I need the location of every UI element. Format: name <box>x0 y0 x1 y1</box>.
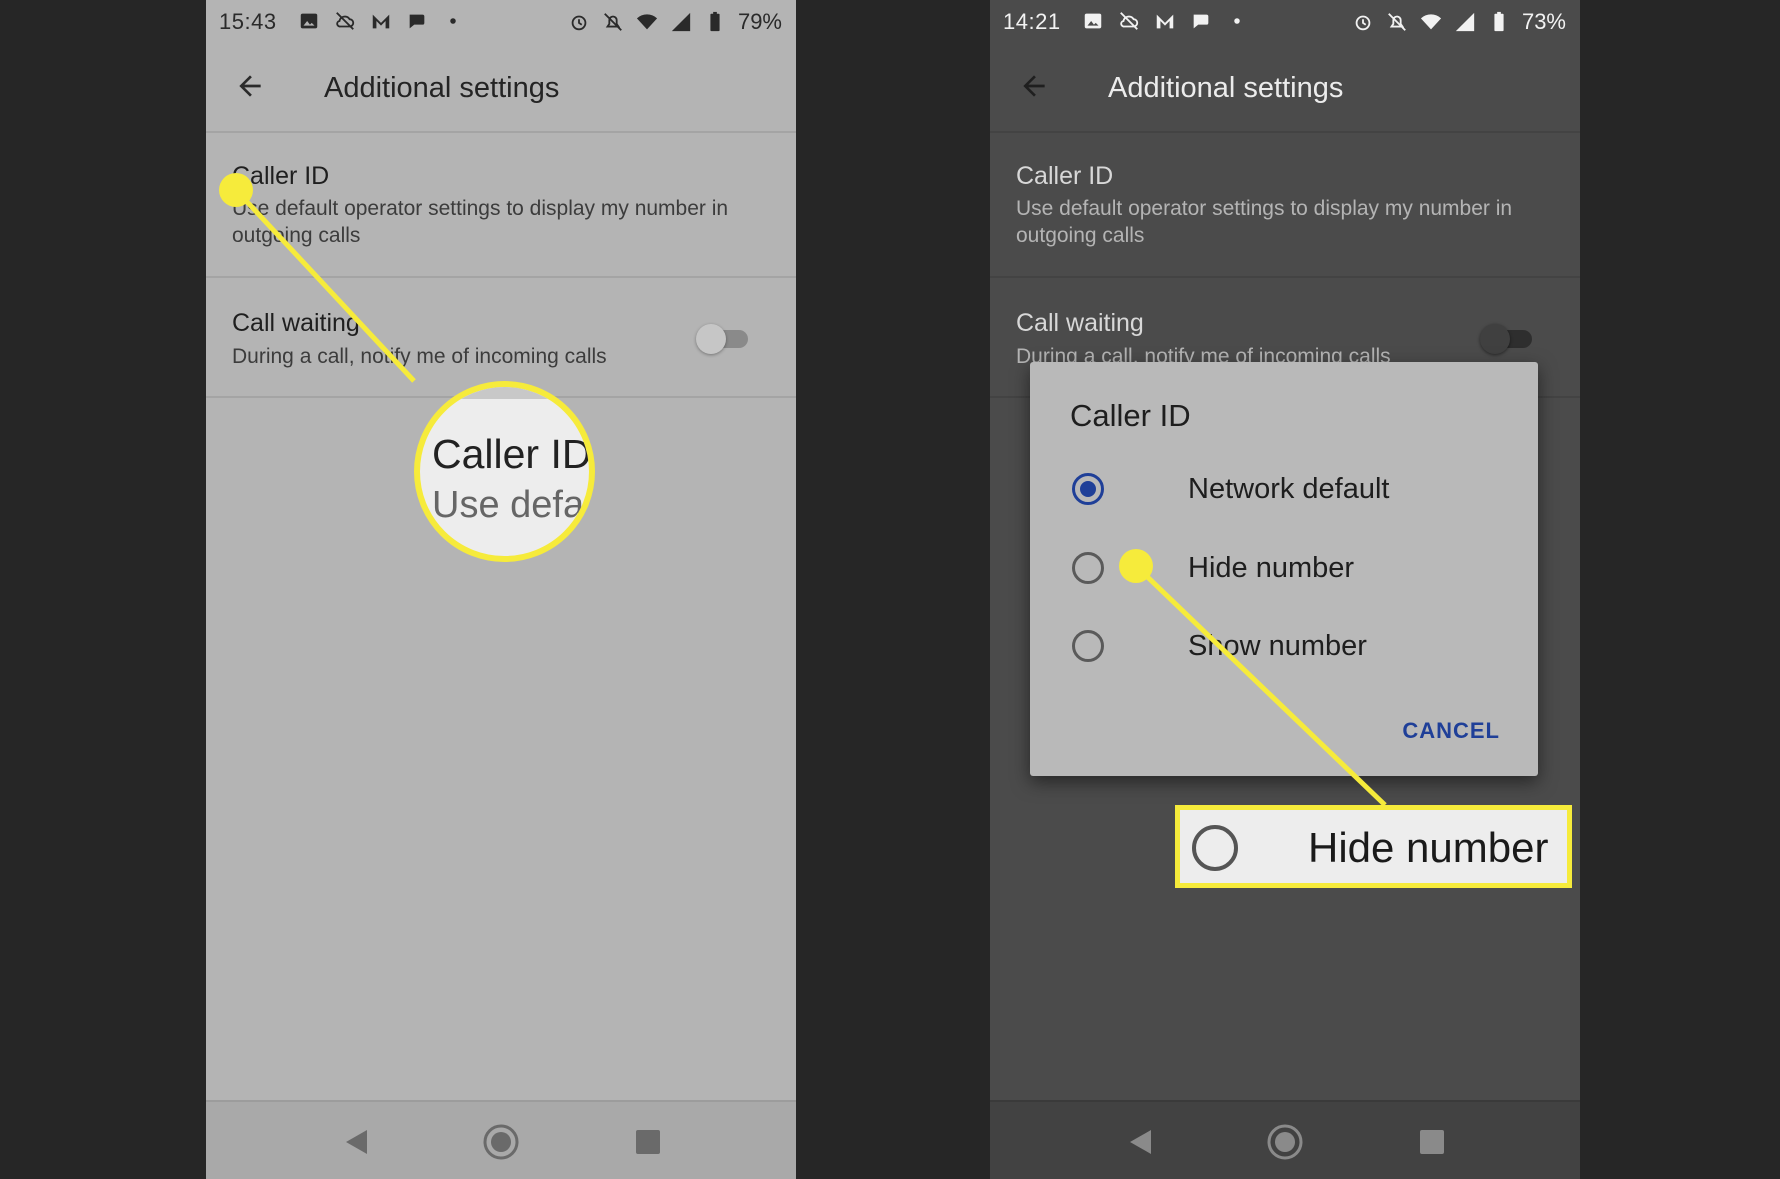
radio-unchecked-icon[interactable] <box>1072 630 1104 662</box>
dot-icon <box>1234 18 1240 24</box>
divider <box>206 276 796 278</box>
status-time: 14:21 <box>1003 9 1061 34</box>
wifi-icon <box>636 14 658 30</box>
option-label: Show number <box>1188 630 1367 662</box>
wifi-icon <box>1420 14 1442 30</box>
option-network-default[interactable]: Network default <box>1070 459 1510 519</box>
cloud-off-icon <box>336 12 355 30</box>
pref-title: Call waiting <box>1016 309 1144 337</box>
app-bar: Additional settings <box>990 42 1580 132</box>
call-waiting-toggle[interactable] <box>1480 322 1534 354</box>
left-phone-screen: 15:43 79% Additional settings Caller ID … <box>206 0 796 1179</box>
status-bar: 15:43 79% <box>206 0 796 42</box>
pref-summary: During a call, notify me of incoming cal… <box>232 345 607 368</box>
zoomed-option-label: Hide number <box>1308 824 1549 871</box>
radio-checked-icon[interactable] <box>1072 473 1104 505</box>
image-icon <box>300 13 318 29</box>
divider <box>206 131 796 133</box>
m-logo-icon <box>1156 14 1174 29</box>
magnifier-callout: Caller ID Use defa <box>414 381 595 562</box>
pref-summary: Use default operator settings to display… <box>232 197 729 247</box>
image-icon <box>1084 13 1102 29</box>
nav-home-icon[interactable] <box>481 1122 521 1162</box>
nav-recents-icon[interactable] <box>628 1122 668 1162</box>
app-bar: Additional settings <box>206 42 796 132</box>
notifications-off-icon <box>604 13 622 31</box>
dot-icon <box>450 18 456 24</box>
divider <box>990 131 1580 133</box>
zoom-callout-hide-number: Hide number <box>1175 805 1572 888</box>
notifications-off-icon <box>1388 13 1406 31</box>
cloud-off-icon <box>1120 12 1139 30</box>
alarm-icon <box>571 15 587 31</box>
m-logo-icon <box>372 14 390 29</box>
battery-level: 79% <box>737 9 782 34</box>
signal-icon <box>1455 12 1475 32</box>
chat-icon <box>1193 14 1209 29</box>
option-label: Hide number <box>1188 552 1355 584</box>
battery-icon <box>1494 11 1504 32</box>
pref-title: Caller ID <box>1016 162 1114 190</box>
caller-id-dialog: Caller ID Network default Hide number Sh… <box>1030 362 1538 776</box>
pref-summary: Use default operator settings to display… <box>1016 197 1513 247</box>
back-arrow-icon[interactable] <box>234 70 266 102</box>
dialog-title: Caller ID <box>1070 398 1191 433</box>
pref-title: Call waiting <box>232 309 360 337</box>
magnified-title: Caller ID <box>432 431 592 477</box>
option-label: Network default <box>1188 473 1390 505</box>
alarm-icon <box>1355 15 1371 31</box>
chat-icon <box>409 14 425 29</box>
nav-back-icon[interactable] <box>1121 1122 1161 1162</box>
callout-dot <box>1119 549 1153 583</box>
page-title: Additional settings <box>324 72 560 104</box>
call-waiting-toggle[interactable] <box>696 322 750 354</box>
signal-icon <box>671 12 691 32</box>
nav-bar <box>990 1100 1580 1179</box>
page-title: Additional settings <box>1108 72 1344 104</box>
callout-dot <box>219 173 253 207</box>
right-phone-screen: 14:21 73% Additional settings Caller ID … <box>990 0 1580 1179</box>
nav-home-icon[interactable] <box>1265 1122 1305 1162</box>
option-show-number[interactable]: Show number <box>1070 616 1510 676</box>
battery-level: 73% <box>1521 9 1566 34</box>
battery-icon <box>710 11 720 32</box>
radio-unchecked-icon <box>1192 825 1238 871</box>
status-time: 15:43 <box>219 9 277 34</box>
radio-unchecked-icon[interactable] <box>1072 552 1104 584</box>
divider <box>990 276 1580 278</box>
magnified-subtitle: Use defa <box>432 484 585 526</box>
nav-back-icon[interactable] <box>337 1122 377 1162</box>
status-bar: 14:21 73% <box>990 0 1580 42</box>
nav-bar <box>206 1100 796 1179</box>
back-arrow-icon[interactable] <box>1018 70 1050 102</box>
nav-recents-icon[interactable] <box>1412 1122 1452 1162</box>
cancel-button[interactable]: CANCEL <box>1402 718 1500 744</box>
